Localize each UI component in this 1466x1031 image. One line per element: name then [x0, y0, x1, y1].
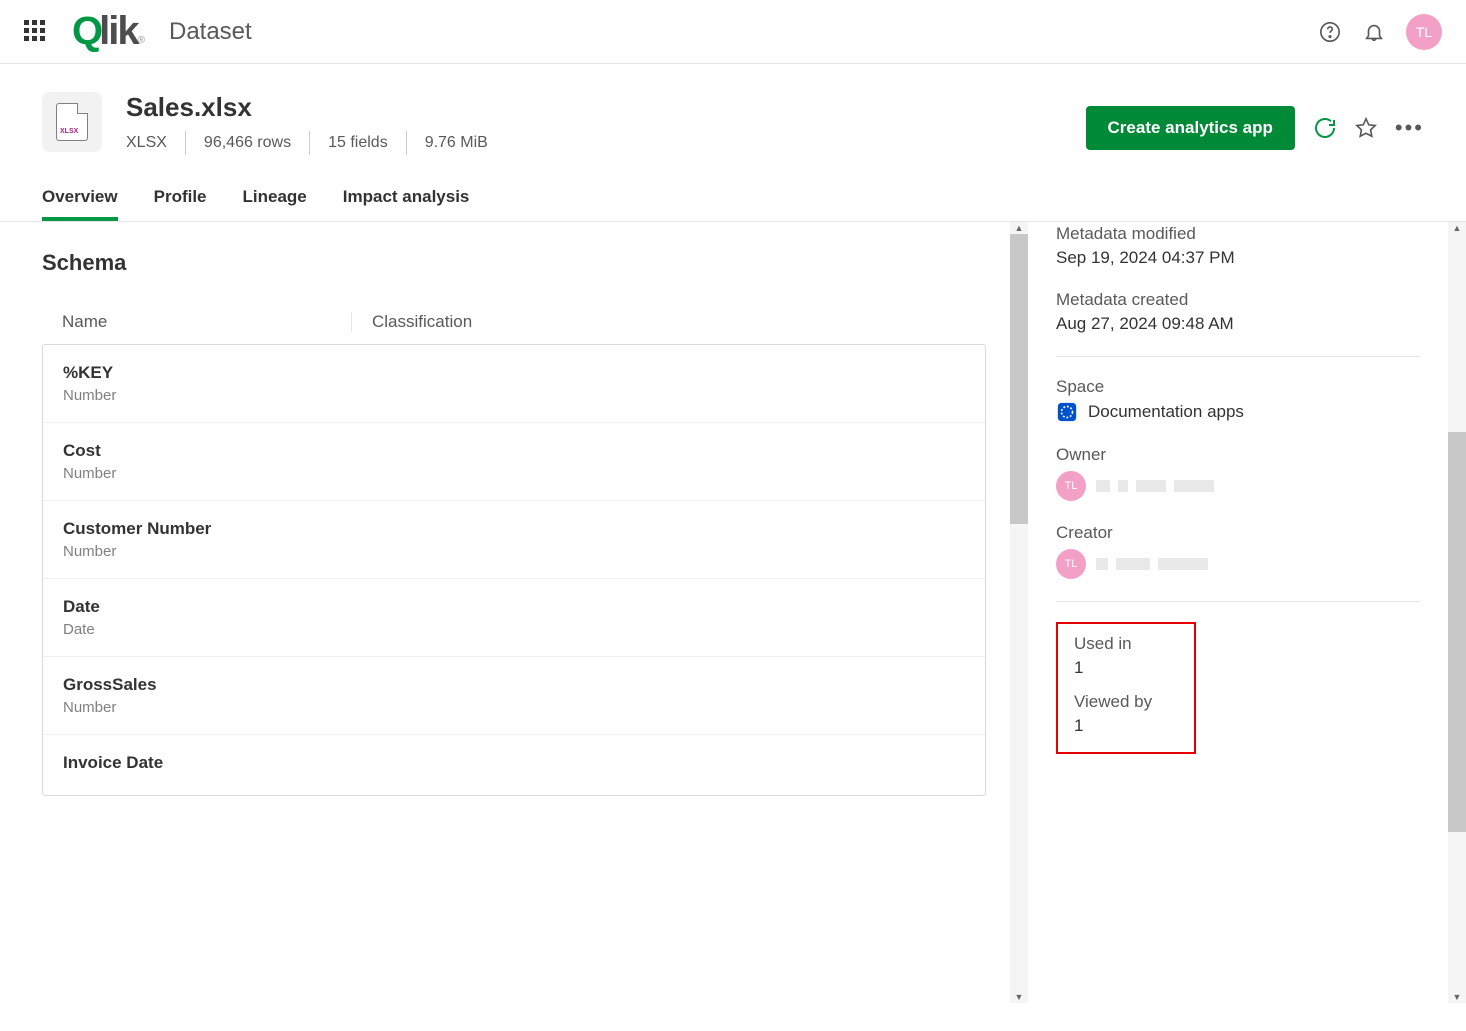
metadata-created-label: Metadata created — [1056, 290, 1420, 310]
scroll-thumb[interactable] — [1448, 432, 1466, 832]
schema-panel: Schema Name Classification %KEY Number C… — [0, 222, 1028, 824]
file-size: 9.76 MiB — [407, 134, 506, 152]
metadata-modified-value: Sep 19, 2024 04:37 PM — [1056, 248, 1420, 268]
owner-avatar: TL — [1056, 471, 1086, 501]
field-name: Invoice Date — [63, 753, 965, 773]
top-nav: Qlik® Dataset TL — [0, 0, 1466, 64]
field-count: 15 fields — [310, 134, 406, 152]
schema-table-header: Name Classification — [42, 300, 986, 344]
used-in-label: Used in — [1074, 634, 1178, 654]
help-icon[interactable] — [1318, 20, 1342, 44]
space-icon — [1056, 401, 1078, 423]
scrollbar-main[interactable]: ▲ ▼ — [1010, 222, 1028, 1003]
field-type: Number — [63, 465, 965, 482]
schema-table-body: %KEY Number Cost Number Customer Number … — [42, 344, 986, 796]
viewed-by-value: 1 — [1074, 716, 1178, 736]
scroll-up-icon[interactable]: ▲ — [1010, 222, 1028, 234]
dataset-meta: XLSX 96,466 rows 15 fields 9.76 MiB — [126, 131, 506, 155]
scroll-down-icon[interactable]: ▼ — [1010, 991, 1028, 1003]
creator-label: Creator — [1056, 523, 1420, 543]
usage-highlight: Used in 1 Viewed by 1 — [1056, 622, 1196, 754]
favorite-icon[interactable] — [1355, 117, 1377, 139]
owner-row: TL — [1056, 471, 1420, 501]
file-type: XLSX — [126, 134, 185, 152]
schema-row[interactable]: Customer Number Number — [43, 501, 985, 579]
owner-label: Owner — [1056, 445, 1420, 465]
creator-name-redacted — [1096, 558, 1208, 570]
file-type-icon: XLSX — [42, 92, 102, 152]
tab-lineage[interactable]: Lineage — [243, 187, 307, 221]
breadcrumb: Dataset — [169, 18, 252, 46]
creator-row: TL — [1056, 549, 1420, 579]
space-name: Documentation apps — [1088, 402, 1244, 422]
field-type: Number — [63, 387, 965, 404]
metadata-modified-label: Metadata modified — [1056, 224, 1420, 244]
dataset-header: XLSX Sales.xlsx XLSX 96,466 rows 15 fiel… — [0, 64, 1466, 155]
divider — [1056, 356, 1420, 357]
field-name: Customer Number — [63, 519, 965, 539]
schema-row[interactable]: Invoice Date — [43, 735, 985, 795]
column-name-header: Name — [62, 312, 352, 332]
refresh-icon[interactable] — [1313, 116, 1337, 140]
row-count: 96,466 rows — [186, 134, 309, 152]
content: Schema Name Classification %KEY Number C… — [0, 222, 1466, 1003]
field-type: Number — [63, 543, 965, 560]
tab-impact[interactable]: Impact analysis — [343, 187, 470, 221]
dataset-title: Sales.xlsx — [126, 92, 506, 123]
logo-q: Q — [72, 9, 102, 54]
create-analytics-app-button[interactable]: Create analytics app — [1086, 106, 1295, 150]
schema-heading: Schema — [42, 250, 986, 276]
scroll-thumb[interactable] — [1010, 234, 1028, 524]
app-launcher-icon[interactable] — [24, 20, 48, 44]
field-name: GrossSales — [63, 675, 965, 695]
tabs: Overview Profile Lineage Impact analysis — [0, 155, 1466, 222]
viewed-by-label: Viewed by — [1074, 692, 1178, 712]
qlik-logo[interactable]: Qlik® — [72, 9, 145, 54]
user-avatar[interactable]: TL — [1406, 14, 1442, 50]
used-in-value: 1 — [1074, 658, 1178, 678]
tab-profile[interactable]: Profile — [154, 187, 207, 221]
logo-lik: lik — [99, 9, 137, 54]
schema-row[interactable]: %KEY Number — [43, 345, 985, 423]
field-type: Date — [63, 621, 965, 638]
schema-row[interactable]: Date Date — [43, 579, 985, 657]
details-panel: Metadata modified Sep 19, 2024 04:37 PM … — [1028, 222, 1448, 774]
schema-row[interactable]: Cost Number — [43, 423, 985, 501]
scroll-down-icon[interactable]: ▼ — [1448, 991, 1466, 1003]
tab-overview[interactable]: Overview — [42, 187, 118, 221]
schema-row[interactable]: GrossSales Number — [43, 657, 985, 735]
creator-avatar: TL — [1056, 549, 1086, 579]
space-label: Space — [1056, 377, 1420, 397]
field-name: Cost — [63, 441, 965, 461]
column-classification-header: Classification — [352, 312, 472, 332]
metadata-created-value: Aug 27, 2024 09:48 AM — [1056, 314, 1420, 334]
owner-name-redacted — [1096, 480, 1214, 492]
field-type: Number — [63, 699, 965, 716]
more-actions-icon[interactable]: ••• — [1395, 115, 1424, 141]
scrollbar-side[interactable]: ▲ ▼ — [1448, 222, 1466, 1003]
space-link[interactable]: Documentation apps — [1056, 401, 1420, 423]
divider — [1056, 601, 1420, 602]
field-name: Date — [63, 597, 965, 617]
notifications-icon[interactable] — [1362, 20, 1386, 44]
field-name: %KEY — [63, 363, 965, 383]
scroll-up-icon[interactable]: ▲ — [1448, 222, 1466, 234]
